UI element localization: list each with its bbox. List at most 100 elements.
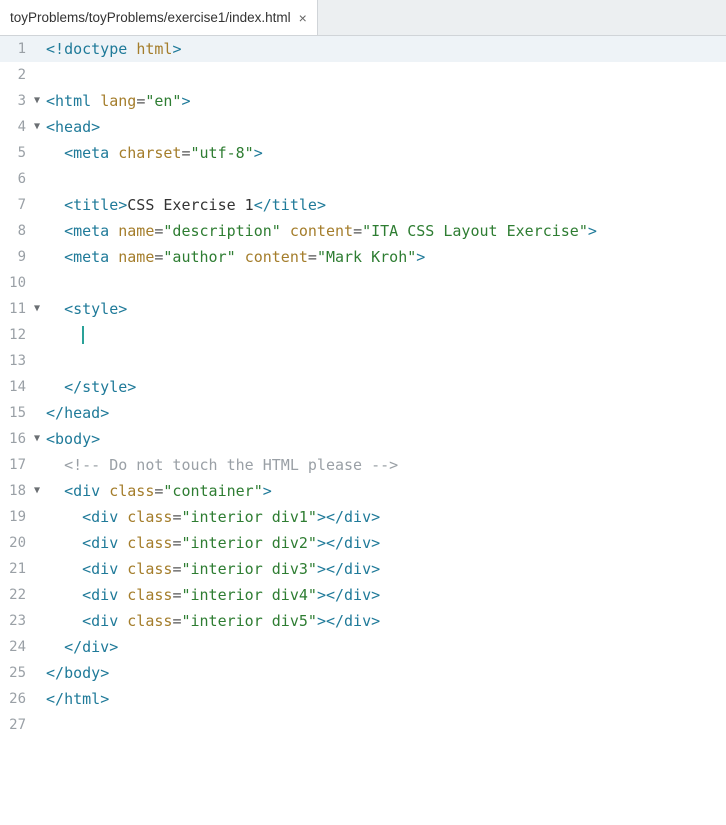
code-line[interactable]: 21 <div class="interior div3"></div> bbox=[0, 556, 726, 582]
fold-toggle-icon bbox=[30, 660, 44, 686]
code-token: "en" bbox=[145, 92, 181, 110]
code-content[interactable]: <title>CSS Exercise 1</title> bbox=[44, 192, 326, 218]
code-token: > bbox=[100, 404, 109, 422]
code-content[interactable]: </div> bbox=[44, 634, 118, 660]
code-line[interactable]: 8 <meta name="description" content="ITA … bbox=[0, 218, 726, 244]
code-token: title bbox=[73, 196, 118, 214]
code-content[interactable]: <div class="interior div2"></div> bbox=[44, 530, 380, 556]
code-line[interactable]: 4▼<head> bbox=[0, 114, 726, 140]
code-token: head bbox=[55, 118, 91, 136]
code-line[interactable]: 13 bbox=[0, 348, 726, 374]
code-line[interactable]: 5 <meta charset="utf-8"> bbox=[0, 140, 726, 166]
code-token: content bbox=[245, 248, 308, 266]
code-line[interactable]: 6 bbox=[0, 166, 726, 192]
code-line[interactable]: 7 <title>CSS Exercise 1</title> bbox=[0, 192, 726, 218]
fold-toggle-icon bbox=[30, 166, 44, 192]
code-token: div bbox=[344, 560, 371, 578]
fold-toggle-icon[interactable]: ▼ bbox=[30, 426, 44, 452]
code-content[interactable]: <div class="interior div4"></div> bbox=[44, 582, 380, 608]
line-number: 7 bbox=[0, 192, 30, 218]
code-content[interactable]: <div class="interior div3"></div> bbox=[44, 556, 380, 582]
code-token: > bbox=[263, 482, 272, 500]
code-line[interactable]: 3▼<html lang="en"> bbox=[0, 88, 726, 114]
fold-toggle-icon bbox=[30, 348, 44, 374]
code-token: > bbox=[91, 430, 100, 448]
code-token: style bbox=[82, 378, 127, 396]
code-token: < bbox=[82, 508, 91, 526]
code-content[interactable]: <meta name="description" content="ITA CS… bbox=[44, 218, 597, 244]
code-content[interactable]: </head> bbox=[44, 400, 109, 426]
code-content[interactable]: <div class="container"> bbox=[44, 478, 272, 504]
code-line[interactable]: 25</body> bbox=[0, 660, 726, 686]
code-content[interactable]: <html lang="en"> bbox=[44, 88, 191, 114]
code-content[interactable]: <meta charset="utf-8"> bbox=[44, 140, 263, 166]
code-token: > bbox=[100, 664, 109, 682]
code-token: div bbox=[91, 560, 127, 578]
line-number: 8 bbox=[0, 218, 30, 244]
fold-toggle-icon bbox=[30, 192, 44, 218]
line-number: 6 bbox=[0, 166, 30, 192]
code-content[interactable]: <head> bbox=[44, 114, 100, 140]
fold-toggle-icon[interactable]: ▼ bbox=[30, 88, 44, 114]
code-token: name bbox=[118, 248, 154, 266]
code-line[interactable]: 23 <div class="interior div5"></div> bbox=[0, 608, 726, 634]
line-number: 16 bbox=[0, 426, 30, 452]
code-line[interactable]: 26</html> bbox=[0, 686, 726, 712]
code-content[interactable] bbox=[44, 270, 46, 296]
line-number: 14 bbox=[0, 374, 30, 400]
line-number: 1 bbox=[0, 36, 30, 62]
code-line[interactable]: 2 bbox=[0, 62, 726, 88]
fold-toggle-icon bbox=[30, 322, 44, 348]
code-token: class bbox=[127, 534, 172, 552]
code-token: html bbox=[136, 40, 172, 58]
code-editor[interactable]: 1<!doctype html>23▼<html lang="en">4▼<he… bbox=[0, 36, 726, 738]
fold-toggle-icon[interactable]: ▼ bbox=[30, 478, 44, 504]
code-line[interactable]: 11▼ <style> bbox=[0, 296, 726, 322]
code-token: </ bbox=[64, 378, 82, 396]
close-icon[interactable]: × bbox=[299, 11, 307, 25]
code-line[interactable]: 18▼ <div class="container"> bbox=[0, 478, 726, 504]
code-token: < bbox=[82, 586, 91, 604]
code-content[interactable] bbox=[44, 348, 46, 374]
code-token: meta bbox=[73, 248, 118, 266]
file-tab[interactable]: toyProblems/toyProblems/exercise1/index.… bbox=[0, 0, 318, 35]
code-line[interactable]: 27 bbox=[0, 712, 726, 738]
code-content[interactable]: <div class="interior div5"></div> bbox=[44, 608, 380, 634]
code-token: div bbox=[344, 508, 371, 526]
code-content[interactable]: <body> bbox=[44, 426, 100, 452]
code-line[interactable]: 20 <div class="interior div2"></div> bbox=[0, 530, 726, 556]
fold-toggle-icon bbox=[30, 452, 44, 478]
code-line[interactable]: 19 <div class="interior div1"></div> bbox=[0, 504, 726, 530]
code-content[interactable]: <style> bbox=[44, 296, 127, 322]
code-content[interactable]: </html> bbox=[44, 686, 109, 712]
code-content[interactable] bbox=[44, 166, 46, 192]
code-token: </ bbox=[64, 638, 82, 656]
code-content[interactable] bbox=[44, 712, 46, 738]
code-content[interactable]: <!-- Do not touch the HTML please --> bbox=[44, 452, 398, 478]
code-line[interactable]: 9 <meta name="author" content="Mark Kroh… bbox=[0, 244, 726, 270]
code-content[interactable] bbox=[44, 62, 46, 88]
code-token: > bbox=[416, 248, 425, 266]
code-line[interactable]: 15</head> bbox=[0, 400, 726, 426]
code-line[interactable]: 1 <!doctype html> bbox=[0, 36, 726, 62]
code-line[interactable]: 14 </style> bbox=[0, 374, 726, 400]
code-line[interactable]: 24 </div> bbox=[0, 634, 726, 660]
code-line[interactable]: 16▼<body> bbox=[0, 426, 726, 452]
code-content[interactable] bbox=[44, 322, 84, 348]
fold-toggle-icon[interactable]: ▼ bbox=[30, 296, 44, 322]
code-line[interactable]: 12 bbox=[0, 322, 726, 348]
code-token: "utf-8" bbox=[191, 144, 254, 162]
line-number: 23 bbox=[0, 608, 30, 634]
code-token: = bbox=[308, 248, 317, 266]
code-content[interactable]: <meta name="author" content="Mark Kroh"> bbox=[44, 244, 425, 270]
fold-toggle-icon[interactable]: ▼ bbox=[30, 114, 44, 140]
code-content[interactable]: </style> bbox=[44, 374, 136, 400]
line-number: 18 bbox=[0, 478, 30, 504]
code-content[interactable]: </body> bbox=[44, 660, 109, 686]
code-content[interactable]: <!doctype html> bbox=[44, 36, 181, 62]
fold-toggle-icon bbox=[30, 374, 44, 400]
code-line[interactable]: 10 bbox=[0, 270, 726, 296]
code-line[interactable]: 22 <div class="interior div4"></div> bbox=[0, 582, 726, 608]
code-content[interactable]: <div class="interior div1"></div> bbox=[44, 504, 380, 530]
code-line[interactable]: 17 <!-- Do not touch the HTML please --> bbox=[0, 452, 726, 478]
